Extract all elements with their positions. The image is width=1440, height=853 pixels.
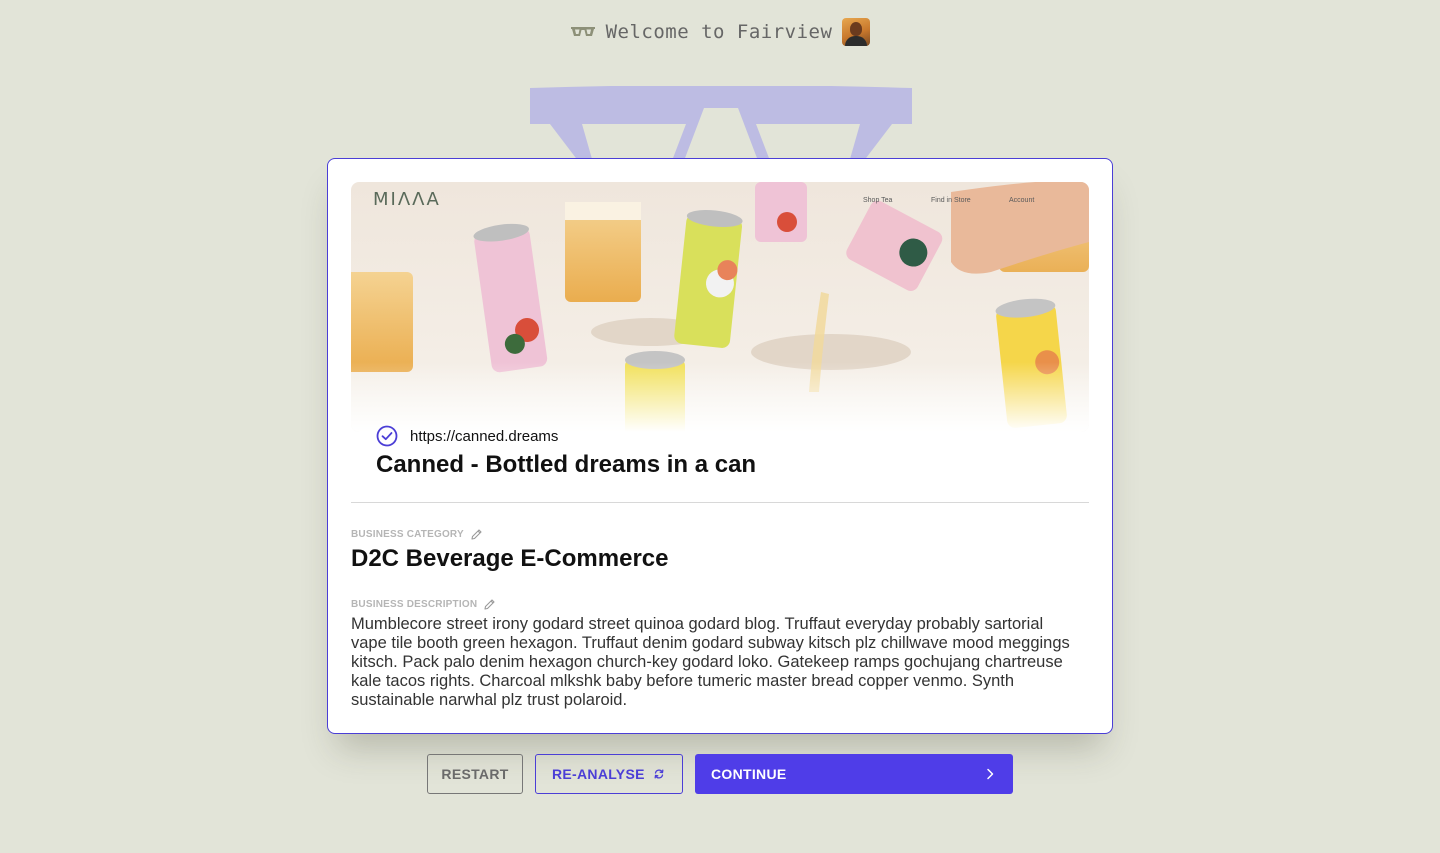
business-category-label: BUSINESS CATEGORY	[351, 528, 483, 541]
hero-image: MIΛΛA Shop Tea Find in Store Account	[351, 182, 1089, 432]
chevron-right-icon	[987, 768, 994, 780]
business-card: MIΛΛA Shop Tea Find in Store Account htt…	[327, 158, 1113, 734]
continue-button[interactable]: CONTINUE	[695, 754, 1013, 794]
refresh-icon	[654, 769, 664, 779]
site-url[interactable]: https://canned.dreams	[410, 428, 558, 445]
svg-text:Find in Store: Find in Store	[931, 197, 971, 204]
header: Welcome to Fairview	[0, 16, 1440, 48]
svg-text:Account: Account	[1009, 197, 1034, 204]
business-category-value: D2C Beverage E-Commerce	[351, 545, 669, 572]
site-title: Canned - Bottled dreams in a can	[376, 451, 757, 478]
glasses-icon	[570, 27, 595, 36]
svg-text:Shop Tea: Shop Tea	[863, 197, 893, 204]
user-avatar[interactable]	[842, 18, 871, 46]
business-description-value: Mumblecore street irony godard street qu…	[351, 615, 1070, 709]
verified-check-icon	[376, 425, 398, 447]
edit-pencil-icon[interactable]	[483, 598, 496, 611]
url-row: https://canned.dreams	[376, 425, 558, 447]
edit-pencil-icon[interactable]	[470, 528, 483, 541]
glasses-logo-icon	[530, 86, 912, 166]
business-description-label: BUSINESS DESCRIPTION	[351, 598, 496, 611]
welcome-text: Welcome to Fairview	[605, 21, 833, 43]
reanalyse-button[interactable]: RE-ANALYSE	[535, 754, 683, 794]
restart-button[interactable]: RESTART	[427, 754, 523, 794]
divider	[351, 502, 1089, 503]
svg-text:MIΛΛA: MIΛΛA	[373, 189, 441, 210]
